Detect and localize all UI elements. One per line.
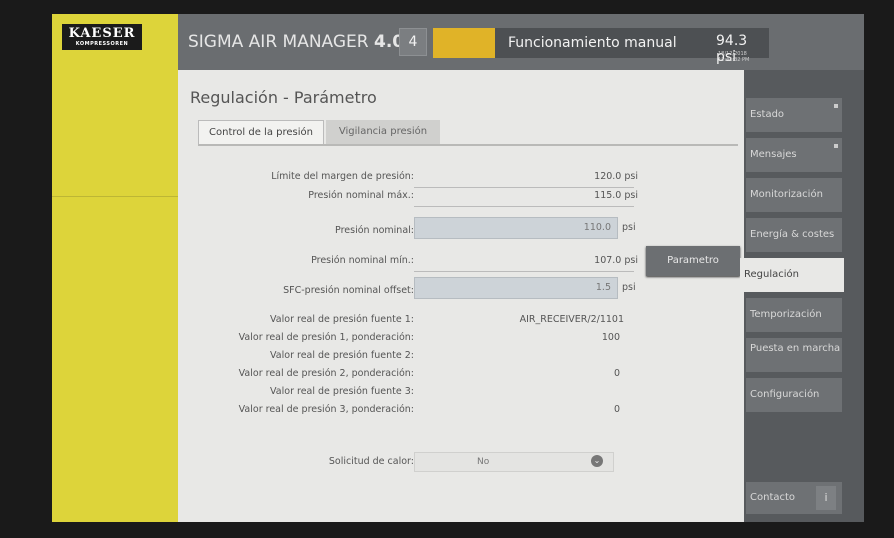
app-title: SIGMA AIR MANAGER 4.0 xyxy=(188,32,405,52)
divider xyxy=(414,271,634,272)
presion-nominal-min-value: 107.0 psi xyxy=(594,255,638,266)
left-brand-bar: KAESER KOMPRESSOREN xyxy=(52,14,178,522)
form-row: Límite del margen de presión: 120.0 psi xyxy=(178,171,744,187)
page-title: Regulación - Parámetro xyxy=(190,88,377,107)
nav-monitorizacion[interactable]: Monitorización xyxy=(746,178,842,212)
form-row: Valor real de presión 2, ponderación: 0 xyxy=(178,368,744,384)
ponderacion2-value: 0 xyxy=(613,368,620,379)
tab-vigilancia-presion[interactable]: Vigilancia presión xyxy=(326,120,440,144)
sfc-offset-input[interactable]: 1.5 xyxy=(414,277,618,299)
limite-margen-value: 120.0 psi xyxy=(594,171,638,182)
status-indicator xyxy=(433,28,495,58)
fuente1-label: Valor real de presión fuente 1: xyxy=(270,314,414,325)
form-row: Valor real de presión fuente 1: AIR_RECE… xyxy=(178,314,744,330)
fuente3-label: Valor real de presión fuente 3: xyxy=(270,386,414,397)
tab-control-presion[interactable]: Control de la presión xyxy=(198,120,324,144)
ponderacion1-value: 100 xyxy=(601,332,620,343)
indicator-icon xyxy=(834,144,838,148)
solicitud-calor-label: Solicitud de calor: xyxy=(328,456,414,467)
right-nav: Estado Mensajes Monitorización Energía &… xyxy=(740,70,864,522)
nav-mensajes[interactable]: Mensajes xyxy=(746,138,842,172)
tab-bar: Control de la presión Vigilancia presión xyxy=(198,120,738,144)
hmi-screen: KAESER KOMPRESSOREN SIGMA AIR MANAGER 4.… xyxy=(52,14,864,522)
fuente1-value: AIR_RECEIVER/2/1101 xyxy=(519,314,624,325)
divider xyxy=(414,206,634,207)
presion-nominal-label: Presión nominal: xyxy=(335,225,414,236)
form-row: Valor real de presión fuente 3: xyxy=(178,386,744,402)
limite-margen-label: Límite del margen de presión: xyxy=(271,171,414,182)
nav-regulacion[interactable]: Regulación xyxy=(740,258,844,292)
chevron-down-icon: ⌄ xyxy=(591,455,603,467)
divider xyxy=(414,187,634,188)
presion-nominal-min-label: Presión nominal mín.: xyxy=(311,255,414,266)
header-bar: SIGMA AIR MANAGER 4.0 4 Funcionamiento m… xyxy=(178,14,864,70)
form-row: Valor real de presión 1, ponderación: 10… xyxy=(178,332,744,348)
nav-puesta-en-marcha[interactable]: Puesta en marcha xyxy=(746,338,842,372)
ponderacion2-label: Valor real de presión 2, ponderación: xyxy=(238,368,414,379)
parametro-submenu-item[interactable]: Parametro xyxy=(646,246,740,276)
tab-underline xyxy=(198,144,738,146)
operating-mode-text: Funcionamiento manual xyxy=(508,35,677,51)
number-badge[interactable]: 4 xyxy=(399,28,427,56)
nav-temporizacion[interactable]: Temporización xyxy=(746,298,842,332)
indicator-icon xyxy=(834,104,838,108)
solicitud-calor-select[interactable]: No ⌄ xyxy=(414,452,614,472)
ponderacion3-label: Valor real de presión 3, ponderación: xyxy=(238,404,414,415)
status-display: Funcionamiento manual 94.3 psi 18/12/201… xyxy=(433,28,769,65)
timestamp: 18/12/2018 11:41:32 PM xyxy=(718,51,750,63)
nav-estado[interactable]: Estado xyxy=(746,98,842,132)
presion-nominal-unit: psi xyxy=(622,222,636,233)
form-row: Valor real de presión fuente 2: xyxy=(178,350,744,366)
main-content: Regulación - Parámetro Control de la pre… xyxy=(178,70,744,522)
divider xyxy=(52,196,178,197)
kaeser-logo: KAESER KOMPRESSOREN xyxy=(62,24,142,50)
presion-nominal-max-label: Presión nominal máx.: xyxy=(308,190,414,201)
ponderacion3-value: 0 xyxy=(613,404,620,415)
ponderacion1-label: Valor real de presión 1, ponderación: xyxy=(238,332,414,343)
info-icon[interactable]: i xyxy=(816,486,836,510)
presion-nominal-input[interactable]: 110.0 xyxy=(414,217,618,239)
fuente2-label: Valor real de presión fuente 2: xyxy=(270,350,414,361)
form-row: Valor real de presión 3, ponderación: 0 xyxy=(178,404,744,420)
nav-configuracion[interactable]: Configuración xyxy=(746,378,842,412)
presion-nominal-max-value: 115.0 psi xyxy=(594,190,638,201)
sfc-offset-label: SFC-presión nominal offset: xyxy=(283,285,414,296)
nav-energia-costes[interactable]: Energía & costes xyxy=(746,218,842,252)
sfc-offset-unit: psi xyxy=(622,282,636,293)
nav-contacto[interactable]: Contacto i xyxy=(746,482,842,514)
form-row: Presión nominal máx.: 115.0 psi xyxy=(178,190,744,206)
